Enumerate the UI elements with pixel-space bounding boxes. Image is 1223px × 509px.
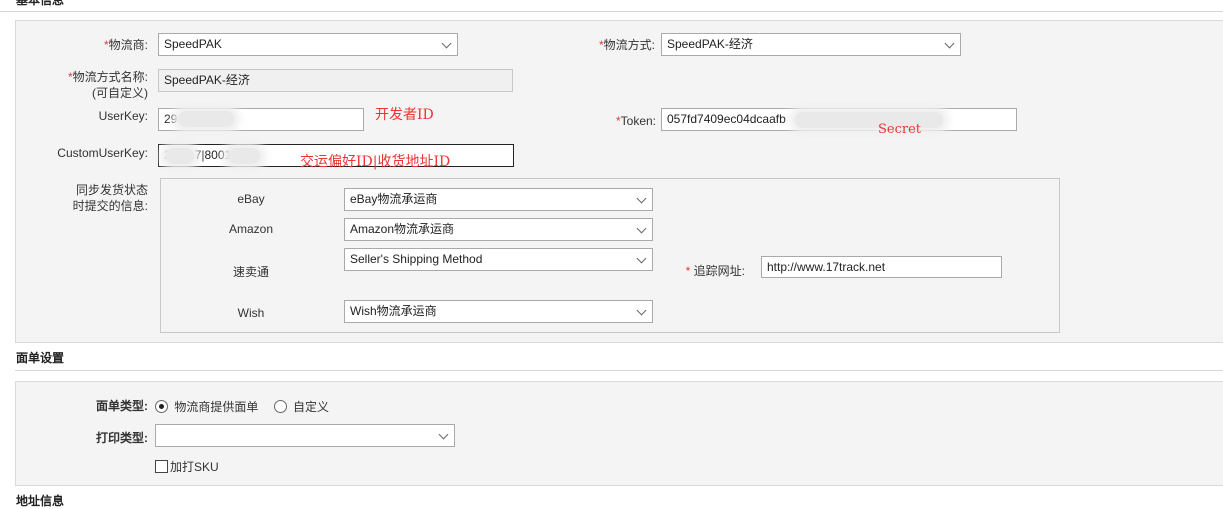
sync-platform-aliexpress: 速卖通 xyxy=(232,265,269,279)
sync-platform-wish: Wish xyxy=(237,306,265,320)
section-divider xyxy=(15,370,1223,371)
userkey-label: UserKey: xyxy=(98,109,148,123)
carrier-select-value: SpeedPAK xyxy=(164,37,222,51)
method-name-input[interactable]: SpeedPAK-经济 xyxy=(158,69,513,92)
sync-select-wish-value: Wish物流承运商 xyxy=(350,304,437,318)
radio-custom-label-text: 自定义 xyxy=(293,400,330,414)
radio-custom-label[interactable] xyxy=(273,400,287,413)
sync-select-ebay-value: eBay物流承运商 xyxy=(350,192,438,206)
tracking-url-input[interactable]: http://www.17track.net xyxy=(761,256,1002,278)
customuserkey-label: CustomUserKey: xyxy=(57,146,148,160)
chevron-down-icon xyxy=(636,223,647,234)
radio-carrier-label[interactable] xyxy=(155,400,168,413)
sync-select-amazon-value: Amazon物流承运商 xyxy=(350,222,455,236)
carrier-select[interactable]: SpeedPAK xyxy=(158,33,458,56)
chevron-down-icon xyxy=(441,38,452,49)
sync-select-aliexpress[interactable]: Seller's Shipping Method xyxy=(344,248,653,271)
basic-info-title: 基本信息 xyxy=(16,0,65,7)
method-select[interactable]: SpeedPAK-经济 xyxy=(661,33,961,56)
userkey-value: 29 xyxy=(164,112,178,126)
label-type-label: 面单类型: xyxy=(96,399,148,413)
label-type-radio-group: 物流商提供面单 自定义 xyxy=(155,398,329,415)
redaction-blur xyxy=(228,148,260,164)
radio-carrier-label-text: 物流商提供面单 xyxy=(174,400,259,414)
customuserkey-annotation: 交运偏好ID|收货地址ID xyxy=(300,154,451,170)
sync-select-aliexpress-value: Seller's Shipping Method xyxy=(350,252,483,266)
sync-info-label: 同步发货状态 时提交的信息: xyxy=(72,183,148,213)
address-info-title: 地址信息 xyxy=(16,494,65,508)
token-label: *Token: xyxy=(615,114,656,128)
redaction-blur xyxy=(166,148,194,164)
sync-platform-amazon: Amazon xyxy=(228,222,274,236)
method-select-value: SpeedPAK-经济 xyxy=(667,37,753,51)
sync-select-amazon[interactable]: Amazon物流承运商 xyxy=(344,218,653,241)
chevron-down-icon xyxy=(636,253,647,264)
sku-checkbox[interactable] xyxy=(155,460,168,473)
chevron-down-icon xyxy=(636,305,647,316)
print-type-select[interactable] xyxy=(155,424,455,447)
customuserkey-value-b: 7|8001 xyxy=(194,148,232,162)
chevron-down-icon xyxy=(944,38,955,49)
redaction-blur xyxy=(178,111,234,127)
carrier-label: *物流商: xyxy=(103,38,148,52)
method-label: *物流方式: xyxy=(598,38,655,52)
sync-select-wish[interactable]: Wish物流承运商 xyxy=(344,300,653,323)
sync-select-ebay[interactable]: eBay物流承运商 xyxy=(344,188,653,211)
tracking-url-label: * 追踪网址: xyxy=(685,264,745,278)
method-name-label: *物流方式名称: (可自定义) xyxy=(67,70,148,100)
token-annotation: Secret xyxy=(878,122,922,137)
userkey-annotation: 开发者ID xyxy=(375,107,434,123)
sku-checkbox-label: 加打SKU xyxy=(170,460,219,474)
sync-platform-ebay: eBay xyxy=(237,192,265,206)
chevron-down-icon xyxy=(636,193,647,204)
sku-checkbox-row: 加打SKU xyxy=(155,458,219,475)
token-value: 057fd7409ec04dcaafb xyxy=(667,112,786,126)
label-settings-title: 面单设置 xyxy=(16,351,65,365)
section-divider xyxy=(0,11,1223,12)
print-type-label: 打印类型: xyxy=(96,431,148,445)
chevron-down-icon xyxy=(438,429,449,440)
